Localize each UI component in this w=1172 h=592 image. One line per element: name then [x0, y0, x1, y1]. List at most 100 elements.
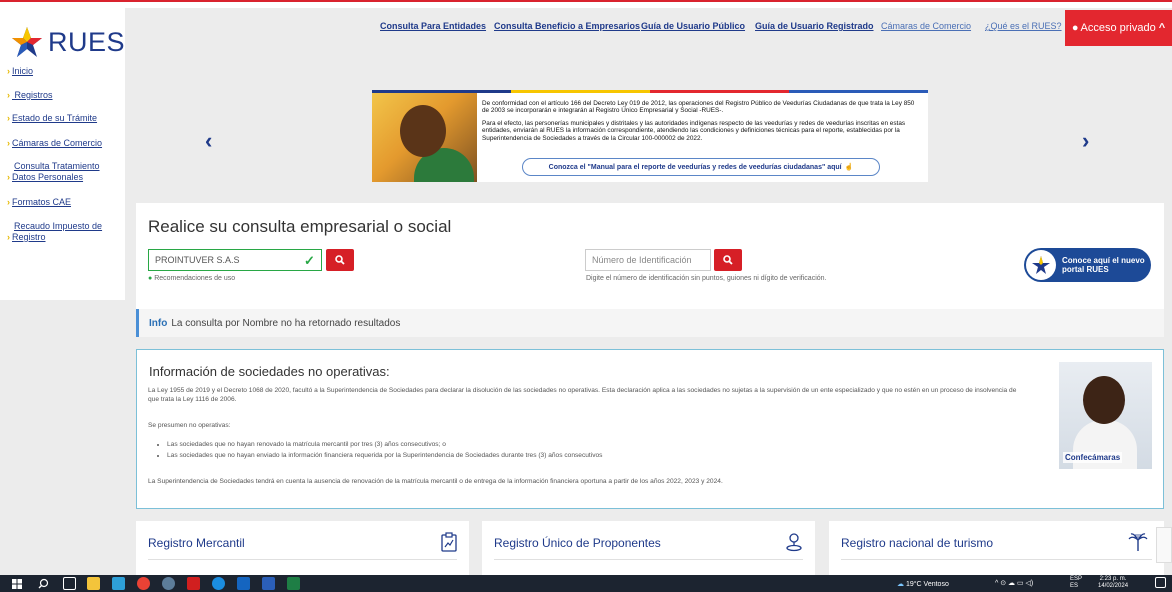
notifications-icon[interactable]: [1155, 577, 1166, 588]
id-hint: Digite el número de identificación sin p…: [586, 275, 827, 282]
confecamaras-image: Confecámaras: [1059, 362, 1152, 469]
sidebar-item-label: Registros: [14, 90, 53, 100]
clock[interactable]: 2:23 p. m. 14/02/2024: [1098, 576, 1128, 590]
new-portal-button[interactable]: Conoce aquí el nuevo portal RUES: [1024, 248, 1151, 282]
access-label: Acceso privado: [1080, 22, 1156, 34]
rues-star-icon: [12, 27, 42, 57]
outlook-icon[interactable]: [237, 577, 250, 590]
chrome-icon[interactable]: [137, 577, 150, 590]
windows-start-icon[interactable]: [12, 579, 22, 589]
card-title: Registro Mercantil: [148, 536, 245, 550]
sociedades-panel: Información de sociedades no operativas:…: [136, 349, 1164, 509]
task-view-icon[interactable]: [63, 577, 76, 590]
language-sublabel: ES: [1070, 583, 1079, 589]
portal-label-line2: portal RUES: [1062, 265, 1109, 274]
card-registro-turismo[interactable]: Registro nacional de turismo: [829, 521, 1164, 575]
recaptcha-badge[interactable]: [1156, 527, 1172, 563]
nav-consulta-beneficio[interactable]: Consulta Beneficio a Empresarios: [494, 21, 640, 31]
carousel-banner: De conformidad con el artículo 166 del D…: [372, 90, 928, 182]
id-search-button[interactable]: [714, 249, 742, 271]
card-divider: [148, 559, 457, 560]
carousel-next-button[interactable]: ›: [1082, 128, 1089, 154]
edge-icon[interactable]: [212, 577, 225, 590]
card-divider: [841, 559, 1152, 560]
nav-camaras-comercio[interactable]: Cámaras de Comercio: [881, 21, 971, 31]
file-explorer-icon[interactable]: [87, 577, 100, 590]
nav-guia-registrado[interactable]: Guía de Usuario Registrado: [755, 21, 874, 31]
sidebar-item-label: Inicio: [12, 66, 34, 76]
sidebar-item-label: Datos Personales: [12, 172, 84, 182]
language-label: ESP: [1070, 576, 1083, 582]
help-icon: ●: [148, 275, 153, 282]
carousel-prev-button[interactable]: ‹: [205, 128, 212, 154]
sidebar-item-estado-tramite[interactable]: › Estado de su Trámite: [7, 113, 97, 124]
name-search-button[interactable]: [326, 249, 354, 271]
chevron-right-icon: ›: [7, 197, 10, 207]
card-registro-mercantil[interactable]: Registro Mercantil: [136, 521, 469, 575]
time-label: 2:23 p. m.: [1099, 576, 1127, 582]
sociedades-bullet-list: Las sociedades que no hayan renovado la …: [161, 441, 602, 463]
user-icon: ●: [1071, 22, 1079, 34]
banner-manual-button[interactable]: Conozca el "Manual para el reporte de ve…: [522, 158, 880, 176]
card-registro-proponentes[interactable]: Registro Único de Proponentes: [482, 521, 815, 575]
chevron-right-icon: ›: [7, 113, 10, 123]
chevron-right-icon: ›: [7, 90, 10, 100]
person-location-icon: [786, 533, 802, 552]
search-title: Realice su consulta empresarial o social: [148, 217, 452, 236]
info-message-bar: Info La consulta por Nombre no ha retorn…: [136, 309, 1164, 337]
info-label: Info: [149, 317, 168, 329]
card-title: Registro nacional de turismo: [841, 536, 994, 550]
info-message: La consulta por Nombre no ha retornado r…: [171, 317, 401, 329]
weather-widget[interactable]: ☁ 19°C Ventoso: [897, 580, 949, 588]
nav-que-es-rues[interactable]: ¿Qué es el RUES?: [985, 21, 1062, 31]
date-label: 14/02/2024: [1098, 583, 1129, 589]
sidebar-item-inicio[interactable]: › Inicio: [7, 66, 33, 77]
nav-consulta-entidades[interactable]: Consulta Para Entidades: [380, 21, 486, 31]
search-panel: Realice su consulta empresarial o social…: [136, 203, 1164, 309]
banner-photo: [372, 93, 477, 182]
sidebar-shadow: [0, 255, 125, 300]
palm-tree-icon: [1128, 533, 1148, 551]
card-title: Registro Único de Proponentes: [494, 536, 661, 550]
sidebar-item-formatos-cae[interactable]: › Formatos CAE: [7, 197, 71, 208]
sidebar-item-datos-personales[interactable]: Consulta Tratamiento › Datos Personales: [7, 161, 100, 183]
sociedades-paragraph: La Superintendencia de Sociedades tendrá…: [148, 478, 723, 485]
excel-icon[interactable]: [287, 577, 300, 590]
weather-icon: ☁: [897, 581, 904, 588]
sidebar-item-label: Registro: [12, 232, 46, 242]
sidebar-item-label: Formatos CAE: [12, 197, 72, 207]
rues-logo[interactable]: RUES: [10, 25, 125, 59]
chevron-up-icon: ^: [1158, 22, 1166, 34]
id-search-input[interactable]: Número de Identificación: [585, 249, 711, 271]
tray-icons[interactable]: ^ ⊙ ☁ ▭ ◁): [995, 579, 1033, 587]
nav-guia-publico[interactable]: Guía de Usuario Público: [641, 21, 745, 31]
chevron-right-icon: ›: [7, 138, 10, 148]
sidebar-item-camaras[interactable]: › Cámaras de Comercio: [7, 138, 102, 149]
sidebar-item-recaudo[interactable]: Recaudo Impuesto de › Registro: [7, 221, 102, 243]
logo-text: RUES: [48, 26, 126, 57]
id-input-placeholder: Número de Identificación: [592, 255, 692, 265]
chevron-right-icon: ›: [7, 232, 10, 242]
list-item: Las sociedades que no hayan renovado la …: [167, 441, 602, 448]
sidebar-item-registros[interactable]: › Registros: [7, 90, 53, 101]
sidebar-item-label: Recaudo Impuesto de: [14, 221, 103, 231]
sidebar-item-label: Estado de su Trámite: [12, 113, 98, 123]
banner-paragraph: De conformidad con el artículo 166 del D…: [482, 100, 915, 115]
search-icon: [335, 255, 345, 265]
name-hint-label: Recomendaciones de uso: [154, 275, 236, 282]
language-indicator[interactable]: ESP ES: [1070, 576, 1082, 590]
weather-label: 19°C Ventoso: [905, 581, 949, 588]
name-search-input[interactable]: PROINTUVER S.A.S: [148, 249, 322, 271]
app-icon[interactable]: [162, 577, 175, 590]
name-hint[interactable]: ● Recomendaciones de uso: [148, 275, 235, 282]
sociedades-title: Información de sociedades no operativas:: [149, 364, 390, 379]
acrobat-icon[interactable]: [187, 577, 200, 590]
word-icon[interactable]: [262, 577, 275, 590]
store-icon[interactable]: [112, 577, 125, 590]
search-icon[interactable]: [38, 578, 49, 589]
banner-button-label: Conozca el "Manual para el reporte de ve…: [548, 163, 842, 171]
windows-taskbar: ☁ 19°C Ventoso ^ ⊙ ☁ ▭ ◁) ESP ES 2:23 p.…: [0, 575, 1172, 592]
access-private-button[interactable]: ● Acceso privado ^: [1065, 10, 1172, 46]
banner-paragraph: Para el efecto, las personerías municipa…: [482, 119, 906, 142]
chevron-right-icon: ›: [7, 172, 10, 182]
